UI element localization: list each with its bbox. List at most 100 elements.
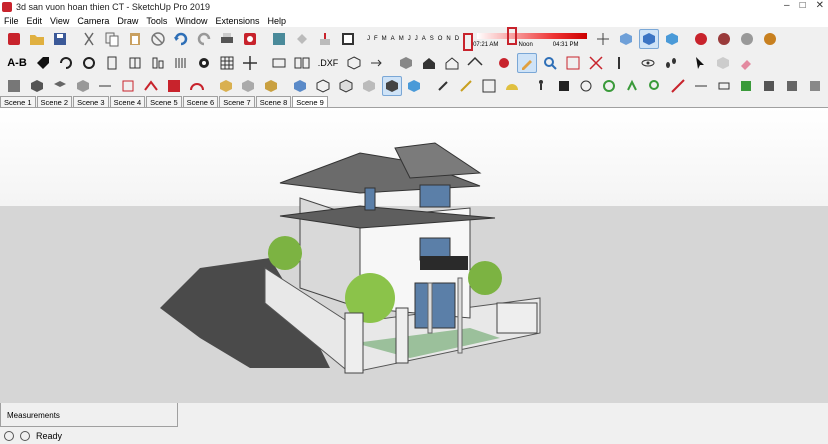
front-view-icon[interactable] (662, 29, 682, 49)
door-icon[interactable] (102, 53, 122, 73)
tab-scene-2[interactable]: Scene 2 (36, 96, 73, 107)
menu-extensions[interactable]: Extensions (211, 16, 263, 26)
time-slider-handle[interactable] (507, 27, 518, 45)
tab-scene-9[interactable]: Scene 9 (292, 96, 328, 107)
menu-view[interactable]: View (46, 16, 73, 26)
text-icon[interactable] (479, 76, 499, 96)
maximize-button[interactable]: □ (800, 0, 806, 11)
style-icon[interactable] (336, 76, 356, 96)
copy-icon[interactable] (102, 29, 122, 49)
axes-icon[interactable] (593, 29, 613, 49)
box-icon[interactable] (396, 53, 416, 73)
walk-icon[interactable] (531, 76, 551, 96)
push-pull-icon[interactable] (315, 29, 335, 49)
extension-icon[interactable] (760, 29, 780, 49)
paint-icon[interactable] (292, 29, 312, 49)
house-icon[interactable] (419, 53, 439, 73)
redo-icon[interactable] (194, 29, 214, 49)
minimize-button[interactable]: – (784, 0, 790, 11)
pushpin-icon[interactable] (433, 76, 453, 96)
offset-icon[interactable] (164, 76, 184, 96)
time-slider[interactable]: 07:21 AM Noon 04:31 PM (473, 27, 588, 48)
cube-icon[interactable] (216, 76, 236, 96)
scale-icon[interactable] (118, 76, 138, 96)
texture-icon[interactable] (4, 76, 24, 96)
refresh-icon[interactable] (79, 53, 99, 73)
menu-help[interactable]: Help (263, 16, 290, 26)
geo-location-icon[interactable] (4, 430, 14, 441)
move-icon[interactable] (240, 53, 260, 73)
tab-scene-3[interactable]: Scene 3 (73, 96, 109, 107)
position-camera-icon[interactable] (554, 76, 574, 96)
style-icon[interactable] (313, 76, 333, 96)
zoom-icon[interactable] (540, 53, 560, 73)
window-frame-icon[interactable] (125, 53, 145, 73)
zoom-extents-icon[interactable] (586, 53, 606, 73)
menu-file[interactable]: File (0, 16, 23, 26)
extension-icon[interactable] (714, 29, 734, 49)
model-info-icon[interactable] (240, 29, 260, 49)
columns-icon[interactable] (171, 53, 191, 73)
iso-view-icon[interactable] (616, 29, 636, 49)
dxf-import-button[interactable]: .DXF (315, 53, 341, 73)
style-icon[interactable] (290, 76, 310, 96)
cube-icon[interactable] (73, 76, 93, 96)
select-arrow-icon[interactable] (690, 53, 710, 73)
component-icon[interactable] (713, 53, 733, 73)
pan-icon[interactable] (622, 76, 642, 96)
sketchup-icon[interactable] (4, 29, 24, 49)
follow-me-icon[interactable] (141, 76, 161, 96)
tab-scene-5[interactable]: Scene 5 (146, 96, 182, 107)
model-viewport[interactable] (0, 108, 828, 403)
grid-icon[interactable] (217, 53, 237, 73)
tab-scene-7[interactable]: Scene 7 (219, 96, 255, 107)
cube-icon[interactable] (239, 76, 259, 96)
tab-scene-1[interactable]: Scene 1 (0, 96, 36, 107)
tab-scene-4[interactable]: Scene 4 (109, 96, 146, 107)
footprints-icon[interactable] (661, 53, 681, 73)
3d-scene[interactable] (0, 108, 828, 403)
house-outline-icon[interactable] (442, 53, 462, 73)
zoom-window-icon[interactable] (563, 53, 583, 73)
tab-scene-6[interactable]: Scene 6 (182, 96, 219, 107)
rotate-icon[interactable] (56, 53, 76, 73)
menu-draw[interactable]: Draw (113, 16, 142, 26)
layout-icon[interactable] (292, 53, 312, 73)
dimension-ab-button[interactable]: A-B (4, 53, 30, 73)
wall-icon[interactable] (148, 53, 168, 73)
undo-icon[interactable] (171, 29, 191, 49)
roof-icon[interactable] (465, 53, 485, 73)
time-slider-track[interactable] (477, 27, 588, 45)
menu-window[interactable]: Window (171, 16, 211, 26)
menu-tools[interactable]: Tools (142, 16, 171, 26)
section-icon[interactable] (494, 53, 514, 73)
pencil-icon[interactable] (517, 53, 537, 73)
tape-measure-icon[interactable] (456, 76, 476, 96)
measurements-box[interactable]: Measurements (0, 403, 178, 427)
layers-icon[interactable] (50, 76, 70, 96)
style-icon[interactable] (405, 76, 425, 96)
print-icon[interactable] (217, 29, 237, 49)
rectangle-icon[interactable] (269, 53, 289, 73)
walk-icon[interactable] (609, 53, 629, 73)
zoom-icon[interactable] (645, 76, 665, 96)
section-cut-icon[interactable] (668, 76, 688, 96)
credits-icon[interactable] (20, 430, 30, 441)
label-icon[interactable] (714, 76, 734, 96)
eye-icon[interactable] (638, 53, 658, 73)
tab-scene-8[interactable]: Scene 8 (255, 96, 292, 107)
gear-icon[interactable] (194, 53, 214, 73)
paste-icon[interactable] (125, 29, 145, 49)
save-icon[interactable] (50, 29, 70, 49)
component-icon[interactable] (759, 76, 779, 96)
extension-icon[interactable] (691, 29, 711, 49)
style-shaded-textures-icon[interactable] (381, 76, 402, 96)
eraser-icon[interactable] (736, 53, 756, 73)
tag-icon[interactable] (33, 53, 53, 73)
component-icon[interactable] (269, 29, 289, 49)
arc-icon[interactable] (187, 76, 207, 96)
dimension-icon[interactable] (691, 76, 711, 96)
look-around-icon[interactable] (576, 76, 596, 96)
menu-camera[interactable]: Camera (73, 16, 113, 26)
solid-icon[interactable] (344, 53, 364, 73)
